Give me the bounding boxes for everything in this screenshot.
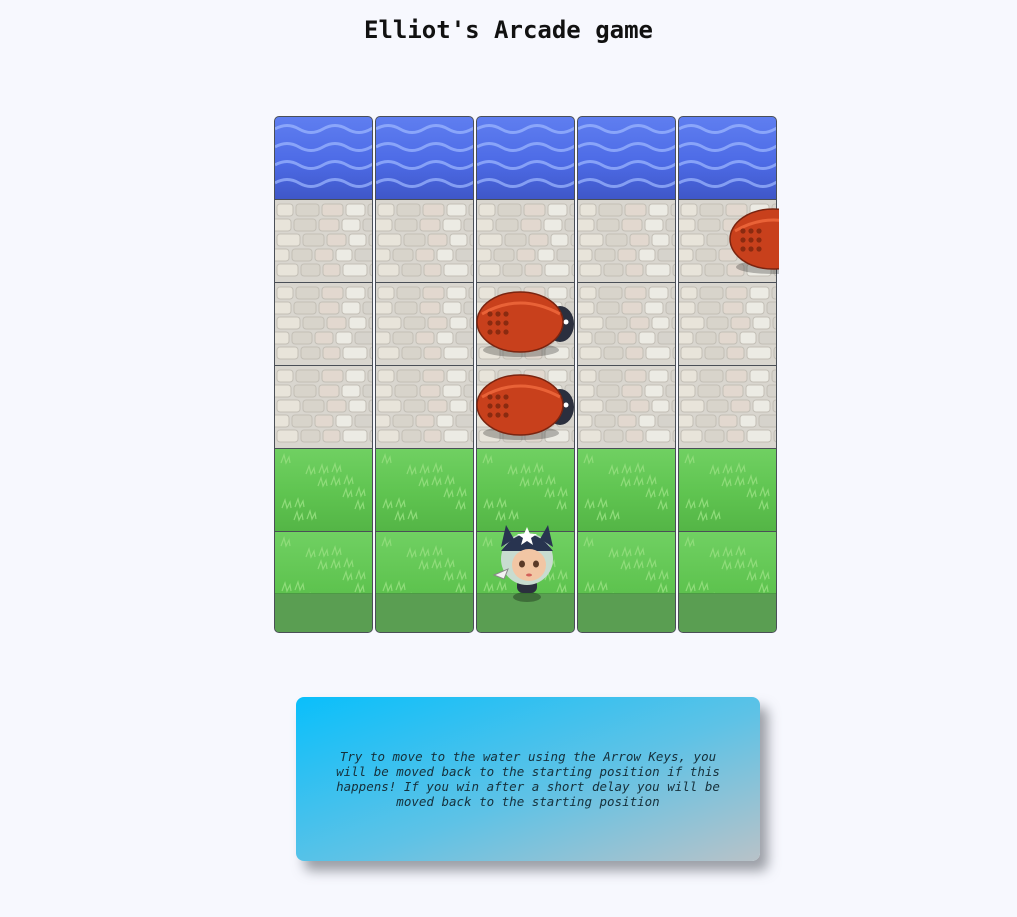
grass-tile [274, 531, 373, 633]
water-tile [274, 116, 373, 199]
stone-tile [375, 282, 474, 365]
grass-tile [577, 531, 676, 633]
stone-tile [577, 199, 676, 282]
dirt-edge [275, 593, 372, 632]
stone-tile [678, 365, 777, 448]
water-tile [577, 116, 676, 199]
grass-tile [375, 448, 474, 531]
dirt-edge [376, 593, 473, 632]
game-board[interactable] [274, 116, 779, 652]
page-title: Elliot's Arcade game [364, 16, 653, 44]
dirt-edge [578, 593, 675, 632]
stone-tile [577, 365, 676, 448]
instructions-panel: Try to move to the water using the Arrow… [296, 697, 760, 861]
enemy-bug-icon [476, 367, 576, 447]
grass-tile [678, 448, 777, 531]
stone-tile [476, 199, 575, 282]
stone-tile [577, 282, 676, 365]
instructions-text: Try to move to the water using the Arrow… [336, 749, 720, 809]
player-character-icon [482, 517, 572, 607]
water-tile [375, 116, 474, 199]
grass-tile [577, 448, 676, 531]
board-row-water [274, 116, 779, 199]
enemy-bug-icon [476, 284, 576, 364]
grass-tile [274, 448, 373, 531]
dirt-edge [679, 593, 776, 632]
grass-tile [678, 531, 777, 633]
water-tile [476, 116, 575, 199]
stone-tile [274, 365, 373, 448]
water-tile [678, 116, 777, 199]
board-row-stone [274, 199, 779, 282]
grass-tile [375, 531, 474, 633]
stone-tile [274, 282, 373, 365]
stone-tile [274, 199, 373, 282]
stone-tile [678, 282, 777, 365]
stone-tile [375, 199, 474, 282]
enemy-bug-icon [728, 201, 779, 281]
stone-tile [375, 365, 474, 448]
